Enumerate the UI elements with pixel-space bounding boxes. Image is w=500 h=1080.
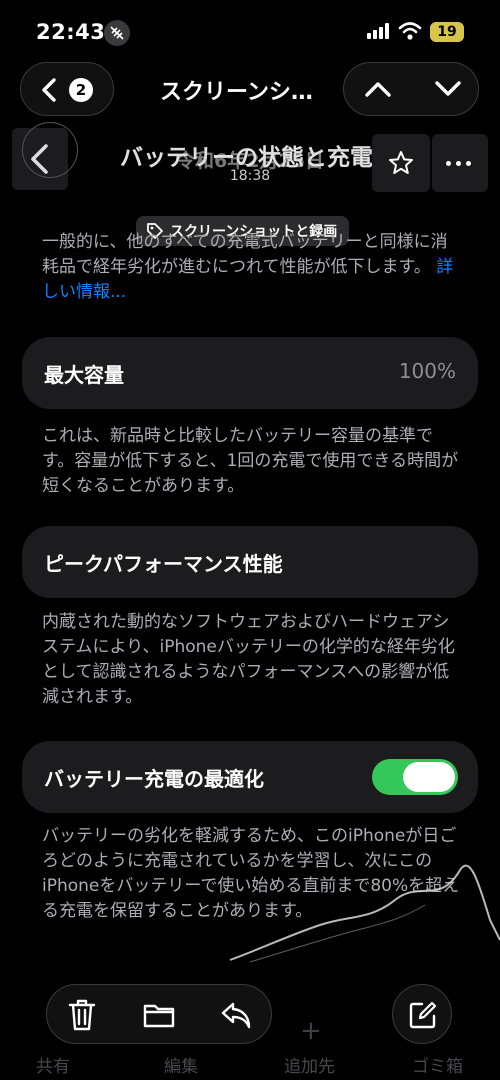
ghost-tab-trash: ゴミ箱 <box>412 1057 463 1077</box>
reply-icon[interactable] <box>219 998 253 1032</box>
star-icon <box>389 151 413 174</box>
ellipsis-icon <box>446 161 471 166</box>
status-bar: 22:43 19 <box>0 0 500 60</box>
more-button[interactable] <box>432 134 488 192</box>
folder-icon[interactable] <box>142 998 176 1032</box>
sound-waveform-graphic <box>229 864 500 963</box>
intro-text: 一般的に、他のすべての充電式バッテリーと同様に消耗品で経年劣化が進むにつれて性能… <box>42 232 448 277</box>
peak-performance-label: ピークパフォーマンス性能 <box>44 552 283 576</box>
optimized-charging-row: バッテリー充電の最適化 <box>22 741 478 813</box>
trash-icon[interactable] <box>67 998 97 1032</box>
focus-mute-icon <box>104 20 130 46</box>
chevron-left-icon <box>42 78 56 102</box>
bottom-toolbar <box>46 984 272 1044</box>
battery-icon: 19 <box>430 22 464 42</box>
max-capacity-value: 100% <box>398 359 456 383</box>
favorite-button[interactable] <box>372 134 430 192</box>
status-time: 22:43 <box>36 20 106 44</box>
toggle-knob <box>403 762 455 792</box>
peak-performance-description: 内蔵された動的なソフトウェアおよびハードウェアシステムにより、iPhoneバッテ… <box>42 612 455 707</box>
up-down-navigation <box>343 62 479 116</box>
plus-icon: + <box>300 1016 322 1046</box>
chevron-up-icon[interactable] <box>364 79 392 99</box>
markup-button[interactable] <box>392 984 452 1044</box>
markup-icon <box>409 1001 437 1029</box>
cellular-signal-icon <box>367 23 391 39</box>
max-capacity-row: 最大容量 100% <box>22 337 478 409</box>
back-count-badge: 2 <box>69 78 93 102</box>
max-capacity-label: 最大容量 <box>44 363 124 387</box>
wifi-icon <box>398 22 422 40</box>
optimized-charging-toggle[interactable] <box>372 759 458 795</box>
max-capacity-description: これは、新品時と比較したバッテリー容量の基準です。容量が低下すると、1回の充電で… <box>42 426 459 496</box>
optimized-charging-label: バッテリー充電の最適化 <box>44 767 264 791</box>
intro-description: 一般的に、他のすべての充電式バッテリーと同様に消耗品で経年劣化が進むにつれて性能… <box>42 230 462 305</box>
back-button[interactable]: 2 <box>20 62 114 116</box>
viewer-title: スクリーンシ… <box>160 80 313 105</box>
ghost-tab-share: 共有 <box>36 1057 70 1077</box>
ghost-tab-edit: 編集 <box>164 1057 198 1077</box>
chevron-down-icon[interactable] <box>434 79 462 99</box>
ghost-tab-add-to: 追加先 <box>284 1057 335 1077</box>
peak-performance-row[interactable]: ピークパフォーマンス性能 <box>22 526 478 598</box>
